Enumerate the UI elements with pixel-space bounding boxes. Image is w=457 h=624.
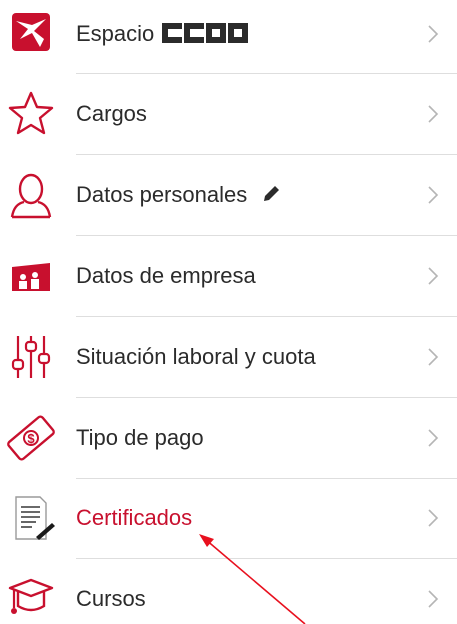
menu-item-certificados[interactable]: Certificados: [0, 478, 457, 558]
chevron-right-icon: [428, 267, 439, 285]
menu-item-cursos[interactable]: Cursos: [0, 559, 457, 624]
ccoo-brand-mark: [162, 23, 249, 44]
chevron-right-icon: [428, 348, 439, 366]
svg-text:$: $: [27, 431, 35, 446]
chevron-right-icon: [428, 509, 439, 527]
menu-item-tipo-pago-label: Tipo de pago: [76, 425, 204, 450]
menu-item-espacio-ccoo[interactable]: Espacio: [0, 0, 457, 74]
menu-item-label: Datos personales: [76, 155, 281, 235]
menu-item-situacion-laboral[interactable]: Situación laboral y cuota: [0, 317, 457, 397]
ccoo-logo-icon: [12, 13, 50, 51]
chevron-right-icon: [428, 590, 439, 608]
money-icon: $: [7, 415, 55, 461]
menu-item-datos-empresa[interactable]: Datos de empresa: [0, 236, 457, 316]
menu-item-datos-empresa-label: Datos de empresa: [76, 263, 256, 288]
menu-item-datos-personales-label: Datos personales: [76, 182, 248, 207]
menu-item-situacion-laboral-label: Situación laboral y cuota: [76, 344, 316, 369]
sliders-icon: [11, 336, 51, 378]
company-icon: [12, 263, 50, 291]
chevron-right-icon: [428, 429, 439, 447]
menu-item-datos-personales[interactable]: Datos personales: [0, 155, 457, 235]
menu-item-cursos-label: Cursos: [76, 586, 146, 611]
menu-item-espacio-label: Espacio: [76, 21, 155, 46]
menu-item-cargos[interactable]: Cargos: [0, 74, 457, 154]
menu-item-cargos-label: Cargos: [76, 101, 147, 126]
graduation-cap-icon: [8, 578, 54, 614]
menu-item-certificados-label: Certificados: [76, 505, 193, 530]
menu-item-tipo-pago[interactable]: $ Tipo de pago: [0, 398, 457, 478]
certificate-document-icon: [15, 496, 55, 540]
star-icon: [8, 91, 54, 135]
menu-item-label: Espacio: [76, 0, 250, 74]
chevron-right-icon: [428, 186, 439, 204]
chevron-right-icon: [428, 105, 439, 123]
pencil-icon[interactable]: [261, 184, 281, 204]
chevron-right-icon: [428, 25, 439, 43]
person-icon: [10, 173, 52, 219]
